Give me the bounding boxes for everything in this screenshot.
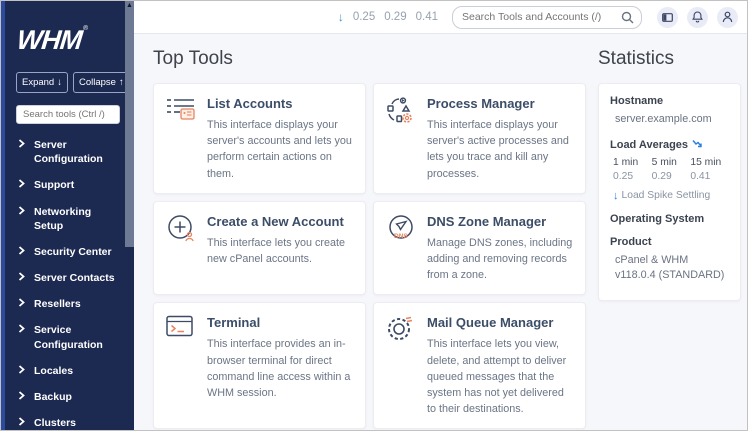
hostname-label: Hostname [610,95,729,107]
dns-zone-icon: DNS [386,213,417,284]
tool-card-dns-zone-manager[interactable]: DNS DNS Zone Manager Manage DNS zones, i… [373,201,586,296]
tool-card-title: Mail Queue Manager [427,315,573,330]
scrollbar-thumb[interactable] [125,10,134,247]
chevron-right-icon [18,365,25,374]
chevron-right-icon [18,324,25,333]
tool-card-terminal[interactable]: Terminal This interface provides an in-b… [153,302,366,429]
chevron-right-icon [18,139,25,148]
tool-card-title: Process Manager [427,96,573,111]
load-averages-label: Load Averages [610,139,688,151]
process-manager-icon [386,95,417,182]
chevron-right-icon [18,179,25,188]
create-account-icon [166,213,197,284]
sidebar-item-server-configuration[interactable]: Server Configuration [14,132,122,172]
tool-card-description: This interface displays your server's ac… [427,117,573,182]
tool-card-list-accounts[interactable]: List Accounts This interface displays yo… [153,83,366,194]
product-value: cPanel & WHM v118.0.4 (STANDARD) [615,253,729,284]
load-settling-arrow-icon: ↓ [338,10,344,24]
arrow-up-icon: ↑ [119,77,124,88]
logo-registered-mark: ® [82,25,87,32]
chevron-right-icon [18,298,25,307]
sidebar-item-networking-setup[interactable]: Networking Setup [14,199,122,239]
sidebar-item-service-configuration[interactable]: Service Configuration [14,317,122,357]
whm-logo: WHM® [15,25,87,56]
sidebar-item-clusters[interactable]: Clusters [14,410,122,430]
chevron-right-icon [18,391,25,400]
tool-card-mail-queue-manager[interactable]: Mail Queue Manager This interface lets y… [373,302,586,429]
whm-marketplace-button[interactable] [657,7,678,28]
tool-card-process-manager[interactable]: Process Manager This interface displays … [373,83,586,194]
apps-icon [662,13,673,22]
whm-window: WHM® Expand↓ Collapse↑ Server Configurat… [0,0,748,431]
tool-card-title: Terminal [207,315,353,330]
sidebar-scrollbar[interactable]: ▲ [125,1,134,430]
sidebar: WHM® Expand↓ Collapse↑ Server Configurat… [1,1,134,430]
bell-icon [692,11,703,23]
sidebar-item-support[interactable]: Support [14,172,122,198]
tool-card-description: This interface displays your server's ac… [207,117,353,182]
load-averages-table: 1 min 5 min 15 min 0.25 0.29 0.41 [613,157,729,182]
user-icon [722,11,733,23]
chevron-right-icon [18,246,25,255]
operating-system-label: Operating System [610,213,729,225]
top-tools-section: Top Tools List Accounts This interface d… [153,46,586,429]
statistics-title: Statistics [598,48,741,70]
terminal-icon [166,314,197,417]
user-account-button[interactable] [717,7,738,28]
arrow-down-icon: ↓ [613,190,619,202]
header-load-averages: ↓ 0.25 0.29 0.41 [338,10,438,24]
list-accounts-icon [166,95,197,182]
mail-queue-icon [386,314,417,417]
hostname-value: server.example.com [615,112,729,128]
sidebar-menu: Server Configuration Support Networking … [14,132,122,430]
sidebar-search-input[interactable] [16,105,120,124]
scroll-up-icon[interactable]: ▲ [125,1,134,10]
sidebar-item-backup[interactable]: Backup [14,384,122,410]
sidebar-item-server-contacts[interactable]: Server Contacts [14,265,122,291]
sidebar-item-locales[interactable]: Locales [14,358,122,384]
notifications-button[interactable] [687,7,708,28]
load-spike-settling: ↓ Load Spike Settling [613,190,729,202]
expand-all-button[interactable]: Expand↓ [16,72,68,93]
tool-card-description: This interface provides an in-browser te… [207,336,353,401]
tool-card-description: This interface lets you create new cPane… [207,235,353,267]
sidebar-item-security-center[interactable]: Security Center [14,239,122,265]
chevron-right-icon [18,417,25,426]
top-bar: ↓ 0.25 0.29 0.41 [134,1,747,34]
tool-card-description: Manage DNS zones, including adding and r… [427,235,573,284]
statistics-card: Hostname server.example.com Load Average… [598,83,741,301]
arrow-down-icon: ↓ [57,77,62,88]
tool-card-create-account[interactable]: Create a New Account This interface lets… [153,201,366,296]
global-search-input[interactable] [452,6,642,29]
chevron-right-icon [18,206,25,215]
sidebar-item-resellers[interactable]: Resellers [14,291,122,317]
search-icon[interactable] [621,11,634,24]
chevron-right-icon [18,272,25,281]
top-tools-title: Top Tools [153,48,586,70]
tool-card-description: This interface lets you view, delete, an… [427,336,573,417]
statistics-panel: Statistics Hostname server.example.com L… [598,46,741,429]
svg-text:DNS: DNS [394,233,408,240]
load-trend-icon [692,139,702,150]
collapse-all-button[interactable]: Collapse↑ [73,72,130,93]
tool-card-title: Create a New Account [207,214,353,229]
tool-card-title: DNS Zone Manager [427,214,573,229]
tool-card-title: List Accounts [207,96,353,111]
product-label: Product [610,236,729,248]
